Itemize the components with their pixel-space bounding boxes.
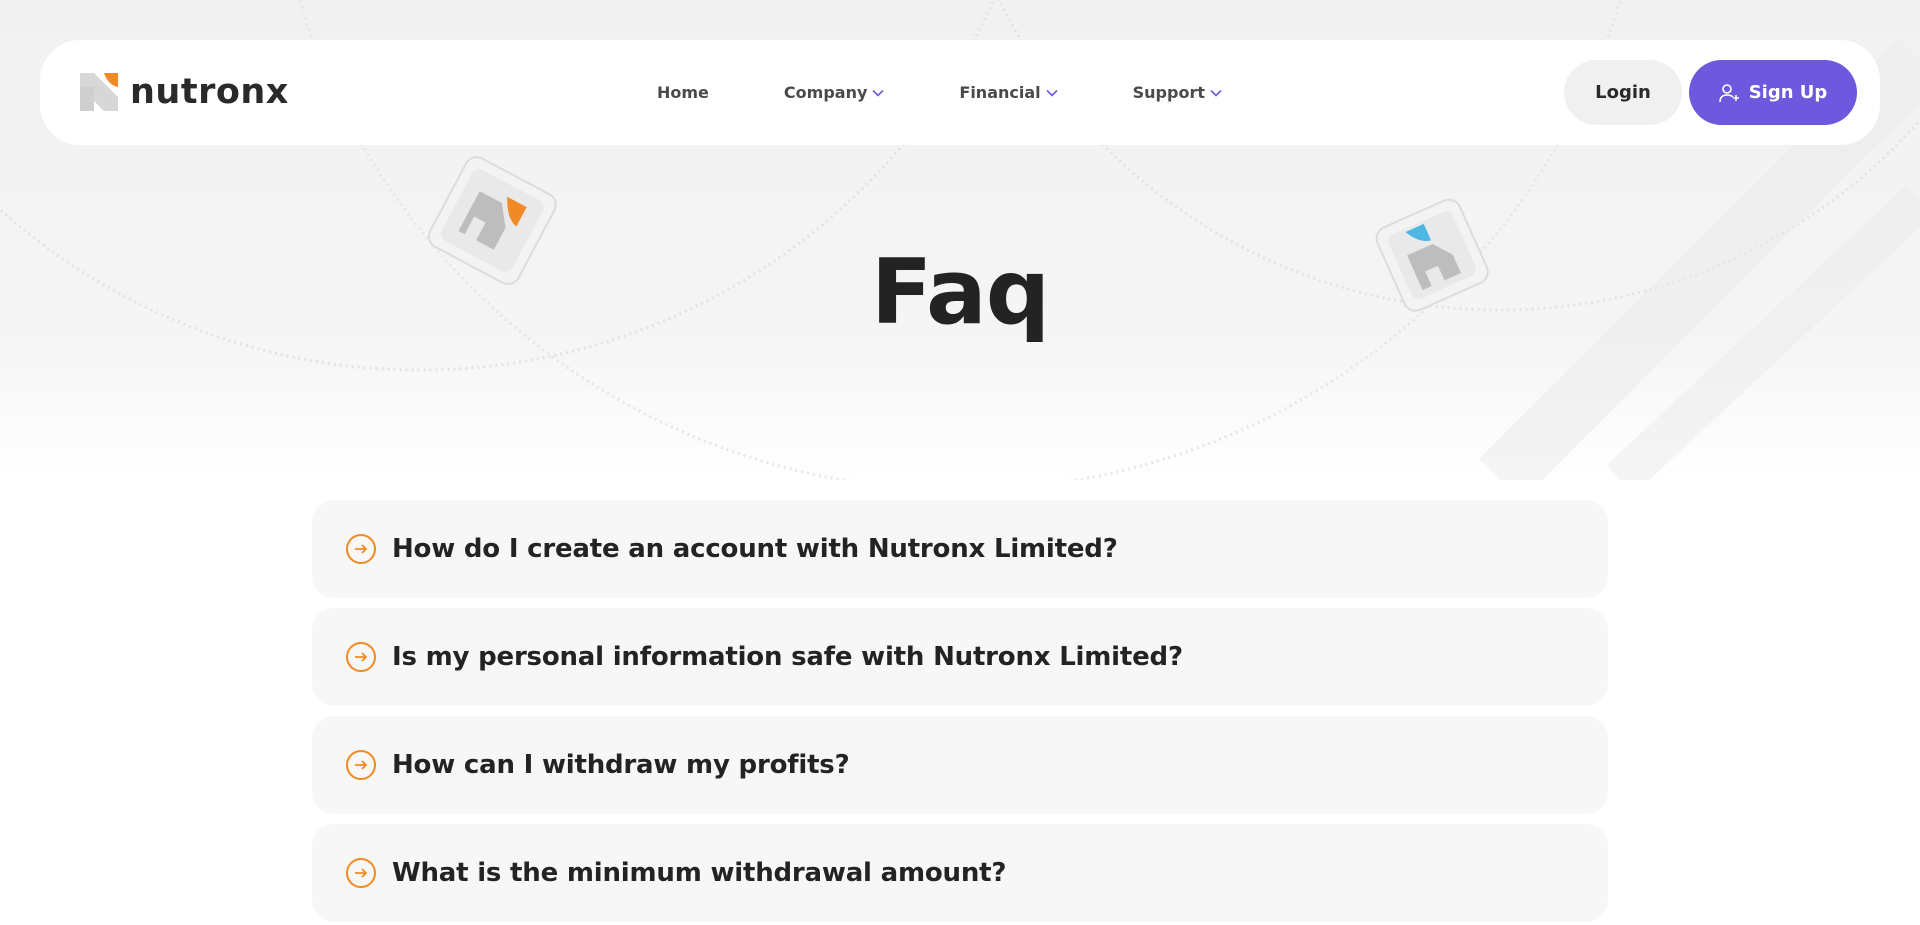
nav-item-label: Company <box>783 83 868 102</box>
nav-item-label: Financial <box>959 83 1041 102</box>
login-button[interactable]: Login <box>1564 60 1682 125</box>
sign-up-button[interactable]: Sign Up <box>1689 60 1857 125</box>
arrow-right-circle-icon <box>346 534 376 564</box>
nav-item-label: Home <box>657 83 709 102</box>
nav-item-home[interactable]: Home <box>657 83 709 102</box>
nav-item-label: Support <box>1132 83 1205 102</box>
site-header: nutronx Home Company Financial Support L… <box>40 40 1880 145</box>
faq-question: What is the minimum withdrawal amount? <box>392 858 1007 888</box>
faq-item[interactable]: How can I withdraw my profits? <box>312 716 1608 814</box>
arrow-right-circle-icon <box>346 642 376 672</box>
nav-item-company[interactable]: Company <box>784 83 884 102</box>
sign-up-label: Sign Up <box>1748 82 1828 103</box>
faq-item[interactable]: How do I create an account with Nutronx … <box>312 500 1608 598</box>
brand-logo[interactable]: nutronx <box>80 70 289 114</box>
faq-item[interactable]: Is my personal information safe with Nut… <box>312 608 1608 706</box>
faq-question: How do I create an account with Nutronx … <box>392 534 1118 564</box>
nav-item-support[interactable]: Support <box>1133 83 1222 102</box>
faq-item[interactable]: What is the minimum withdrawal amount? <box>312 824 1608 922</box>
main-nav: Home Company Financial Support <box>657 40 1222 145</box>
faq-question: How can I withdraw my profits? <box>392 750 850 780</box>
arrow-right-circle-icon <box>346 750 376 780</box>
chevron-down-icon <box>1046 89 1058 97</box>
add-user-icon <box>1718 83 1741 103</box>
chevron-down-icon <box>872 89 884 97</box>
faq-list: How do I create an account with Nutronx … <box>312 500 1608 925</box>
arrow-right-circle-icon <box>346 858 376 888</box>
nav-item-financial[interactable]: Financial <box>959 83 1058 102</box>
brand-name: nutronx <box>130 71 289 112</box>
page-title: Faq <box>870 240 1050 345</box>
nutronx-logo-icon <box>80 73 118 111</box>
chevron-down-icon <box>1210 89 1222 97</box>
faq-question: Is my personal information safe with Nut… <box>392 642 1183 672</box>
